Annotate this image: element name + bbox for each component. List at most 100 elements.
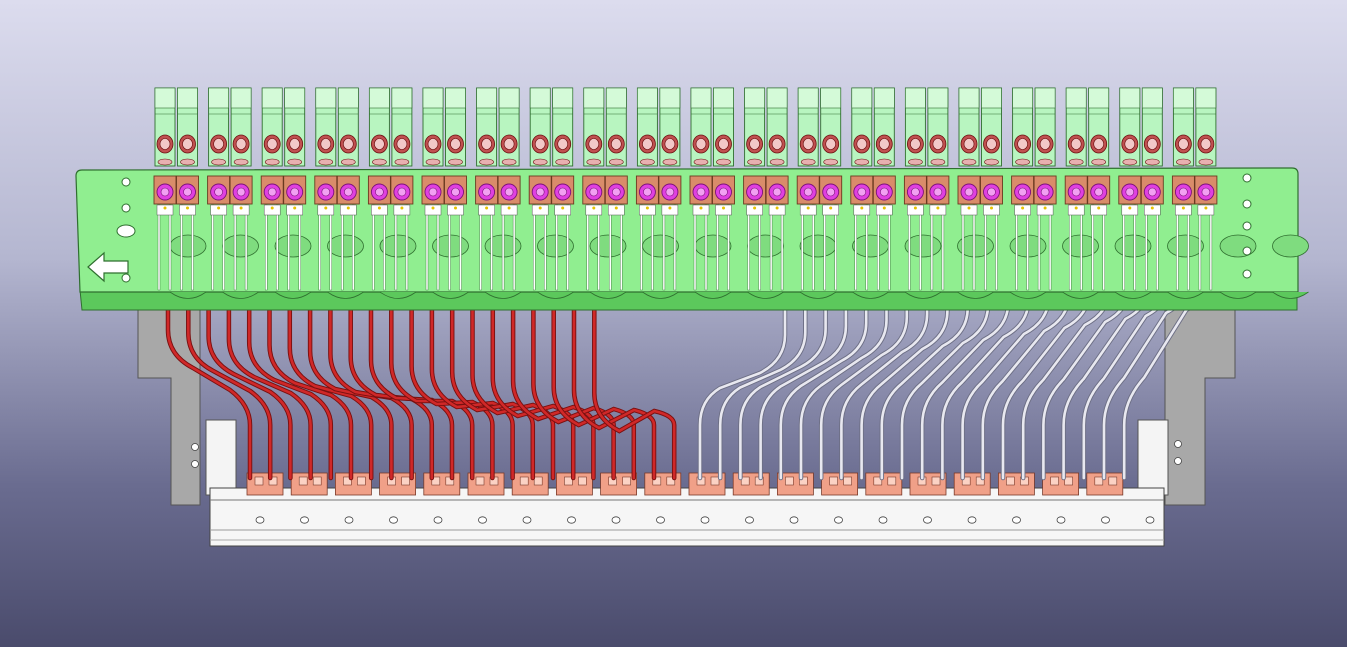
relay-coil-center — [396, 138, 408, 150]
contact-center — [1179, 187, 1188, 197]
slot-pin — [1015, 204, 1018, 291]
relay-coil-base — [479, 158, 494, 166]
slot-pin — [995, 204, 998, 291]
terminal-screw — [357, 476, 366, 486]
slot-pin — [640, 204, 643, 291]
relay-coil-center — [534, 138, 546, 150]
relay-coil-center — [450, 138, 461, 150]
slot-pin — [298, 204, 301, 291]
plate-slot — [1272, 234, 1309, 258]
slot-pin — [1176, 204, 1179, 291]
relay-cap — [927, 87, 949, 109]
slot-pin — [318, 204, 321, 291]
relay-coil-base — [287, 158, 303, 166]
contact-center — [665, 187, 675, 197]
slot-pin — [823, 204, 826, 291]
contact-dot — [485, 206, 489, 210]
terminal-block — [600, 472, 637, 496]
contact-center — [558, 187, 568, 197]
relay-coil-center — [266, 138, 278, 150]
relay-cap — [1119, 87, 1141, 109]
rail-hole — [1145, 516, 1155, 524]
relay-coil-base — [586, 158, 602, 166]
relay-coil-center — [1093, 138, 1104, 150]
relay-coil-center — [1178, 138, 1189, 150]
contact-dot — [507, 206, 511, 210]
relay-coil-base — [501, 158, 517, 166]
slot-pin — [941, 204, 945, 291]
terminal-screw — [887, 476, 897, 486]
plate-slot — [274, 234, 312, 258]
relay-coil-base — [854, 158, 870, 166]
relay-coil-base — [1122, 158, 1138, 166]
plate-slot — [642, 234, 679, 258]
slot-pin — [888, 204, 891, 291]
terminal-screw — [843, 476, 852, 486]
relay-coil-center — [159, 138, 171, 150]
relay-coil-base — [372, 158, 387, 166]
slot-pin — [769, 204, 773, 291]
plate-slot — [747, 234, 784, 258]
terminal-screw — [1006, 476, 1015, 486]
relay-cap — [529, 87, 551, 109]
rail-hole — [967, 516, 977, 524]
relay-cap — [284, 87, 306, 109]
plate-shadow — [79, 289, 1298, 311]
slot-pin — [276, 204, 279, 291]
contact-dot — [217, 206, 221, 210]
relay-coil-base — [693, 158, 709, 166]
cad-viewport[interactable] — [0, 0, 1347, 647]
slot-pin — [533, 204, 536, 291]
slot-pin — [383, 204, 386, 291]
slot-pin — [972, 204, 976, 291]
relay-cap — [605, 87, 627, 109]
relay-coil-base — [1068, 158, 1084, 166]
relay-cap — [1034, 87, 1056, 109]
relay-cap — [1065, 87, 1087, 109]
relay-cap — [315, 87, 337, 109]
contact-dot — [882, 206, 886, 210]
terminal-screw — [533, 476, 543, 486]
relay-coil-base — [180, 158, 195, 166]
contact-center — [451, 187, 460, 197]
slot-pin — [222, 204, 225, 291]
rail-hole — [389, 516, 398, 524]
relay-coil-base — [394, 158, 410, 166]
relay-coil-base — [1037, 158, 1053, 166]
slot-pin — [1037, 204, 1041, 291]
rail-hole — [567, 516, 576, 524]
contact-center — [589, 187, 599, 197]
contact-dot — [346, 206, 350, 210]
slot-pin — [341, 204, 344, 291]
slot-pin — [930, 204, 934, 291]
rail-hole — [789, 516, 799, 524]
slot-pin — [211, 204, 214, 291]
white-wire-core — [1062, 280, 1152, 480]
terminal-screw — [622, 476, 631, 486]
slot-pin — [961, 204, 965, 291]
contact-center — [1040, 187, 1050, 197]
contact-dot — [753, 206, 757, 210]
contact-dot — [186, 206, 189, 210]
slot-pin — [405, 204, 409, 291]
contact-dot — [1074, 206, 1078, 210]
plate-slot — [1167, 234, 1204, 258]
slot-pin — [877, 204, 880, 291]
contact-dot — [614, 206, 618, 210]
slot-pin — [662, 204, 666, 291]
contact-dot — [400, 206, 404, 210]
contact-center — [214, 187, 223, 197]
rail-hole — [923, 516, 932, 524]
slot-pin — [704, 204, 708, 291]
terminal-screw — [931, 476, 941, 486]
rail-hole — [1012, 516, 1021, 524]
contact-dot — [377, 206, 381, 210]
slot-pin — [693, 204, 697, 291]
white-wire-core — [1042, 283, 1132, 480]
contact-dot — [293, 206, 297, 210]
relay-cap — [208, 87, 229, 109]
slot-pin — [180, 204, 183, 291]
contact-dot — [1150, 206, 1154, 210]
slot-pin — [651, 204, 654, 291]
relay-cap — [637, 87, 658, 109]
